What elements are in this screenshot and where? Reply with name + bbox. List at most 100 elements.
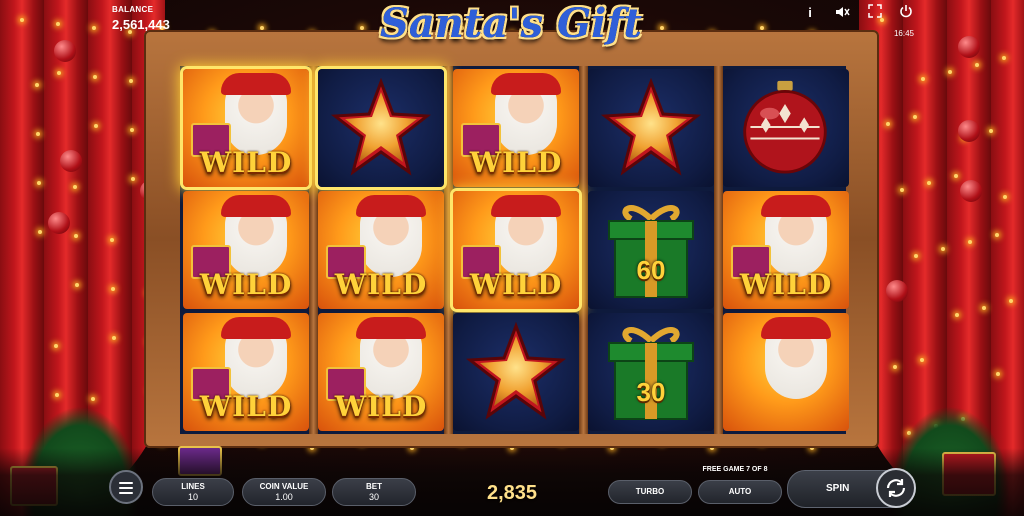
fairy-light: [954, 174, 958, 178]
spin-circle[interactable]: [876, 468, 916, 508]
wild-symbol: WILD: [723, 191, 849, 309]
reel-grid: WILD WILD WILD WILD WILD WILD WILD 60 30 WILD: [180, 66, 849, 434]
star-symbol: [453, 313, 579, 431]
fairy-light: [996, 372, 1000, 376]
lines-button[interactable]: LINES 10: [152, 478, 234, 506]
gift-value-label: 30: [636, 377, 666, 407]
fairy-light: [54, 344, 58, 348]
fairy-light: [968, 240, 972, 244]
win-amount: 2,835: [486, 482, 538, 504]
info-icon[interactable]: i: [801, 4, 819, 22]
wild-label: WILD: [199, 146, 293, 179]
fairy-light: [131, 177, 135, 181]
bauble-icon: [743, 80, 827, 174]
auto-button[interactable]: AUTO: [698, 480, 782, 504]
star-icon: [466, 322, 566, 420]
gift-value-label: 60: [636, 255, 666, 285]
coin-value-button[interactable]: COIN VALUE 1.00: [242, 478, 326, 506]
balance-label: BALANCE: [112, 5, 154, 14]
ornament: [54, 40, 76, 62]
power-icon[interactable]: [897, 4, 915, 22]
fairy-light: [36, 132, 40, 136]
fairy-light: [111, 287, 115, 291]
ornament: [960, 180, 982, 202]
wild-label: WILD: [469, 268, 563, 301]
star-icon: [331, 78, 431, 176]
gift-symbol: 30: [588, 313, 714, 431]
fairy-light: [886, 122, 890, 126]
fairy-light: [92, 26, 96, 30]
fairy-light: [893, 365, 897, 369]
menu-button[interactable]: [109, 470, 143, 504]
fairy-light: [94, 124, 98, 128]
wild-symbol: WILD: [318, 313, 444, 431]
santa-hat-icon: [221, 73, 291, 95]
mute-icon-graphic: [836, 7, 850, 17]
menu-icon-line: [119, 482, 133, 484]
fairy-light: [73, 185, 77, 189]
bet-button[interactable]: BET 30: [332, 478, 416, 506]
ornament: [60, 150, 82, 172]
fairy-light: [37, 181, 41, 185]
fairy-light: [975, 63, 979, 67]
fullscreen-icon-graphic: [868, 4, 882, 18]
fairy-light: [56, 22, 60, 26]
menu-icon-line: [119, 487, 133, 489]
reel-separator: [444, 66, 453, 434]
wild-symbol: WILD: [453, 191, 579, 309]
santa-hat-icon: [356, 317, 426, 339]
fairy-light: [900, 188, 904, 192]
spin-arrows-icon: [886, 479, 906, 497]
santa-hat-icon: [761, 195, 831, 217]
wild-symbol: WILD: [183, 313, 309, 431]
fairy-light: [913, 115, 917, 119]
reel-separator: [309, 66, 318, 434]
fairy-light: [948, 70, 952, 74]
wild-label: WILD: [199, 390, 293, 423]
clock: 16:45: [893, 29, 914, 38]
fairy-light: [57, 71, 61, 75]
fairy-light: [995, 233, 999, 237]
turbo-button[interactable]: TURBO: [608, 480, 692, 504]
reel-4: 60 30: [588, 66, 714, 434]
bet-label: BET: [366, 482, 382, 491]
fairy-light: [75, 283, 79, 287]
fairy-light: [989, 129, 993, 133]
fairy-light: [38, 230, 42, 234]
fairy-light: [982, 306, 986, 310]
fullscreen-icon[interactable]: [866, 4, 884, 22]
santa-hat-icon: [221, 317, 291, 339]
ornament: [958, 36, 980, 58]
fairy-light: [955, 313, 959, 317]
santa-hat-icon: [761, 317, 831, 339]
wild-label: WILD: [199, 268, 293, 301]
wild-symbol: WILD: [183, 69, 309, 187]
reel-5: WILD: [723, 66, 849, 434]
spin-button[interactable]: SPIN: [787, 468, 916, 508]
fairy-light: [129, 79, 133, 83]
wild-label: WILD: [334, 390, 428, 423]
fairy-light: [35, 83, 39, 87]
bauble-symbol: [723, 69, 849, 187]
reel-separator: [579, 66, 588, 434]
fairy-light: [74, 234, 78, 238]
fairy-light: [1003, 195, 1007, 199]
free-game-counter: FREE GAME 7 OF 8: [702, 466, 768, 473]
fairy-light: [941, 247, 945, 251]
reel-1: WILD WILD WILD: [183, 66, 309, 434]
fairy-light: [920, 358, 924, 362]
lines-label: LINES: [181, 482, 205, 491]
wild-label: WILD: [334, 268, 428, 301]
reel-separator: [714, 66, 723, 434]
ornament: [48, 212, 70, 234]
ornament: [886, 280, 908, 302]
gift-symbol: 60: [588, 191, 714, 309]
fairy-light: [1009, 299, 1013, 303]
wild-label: WILD: [469, 146, 563, 179]
fairy-light: [1002, 56, 1006, 60]
mute-icon[interactable]: [833, 4, 851, 22]
game-logo: Santa's Gift: [379, 0, 642, 47]
santa-hat-icon: [221, 195, 291, 217]
wild-symbol: WILD: [453, 69, 579, 187]
wild-label: WILD: [739, 268, 833, 301]
